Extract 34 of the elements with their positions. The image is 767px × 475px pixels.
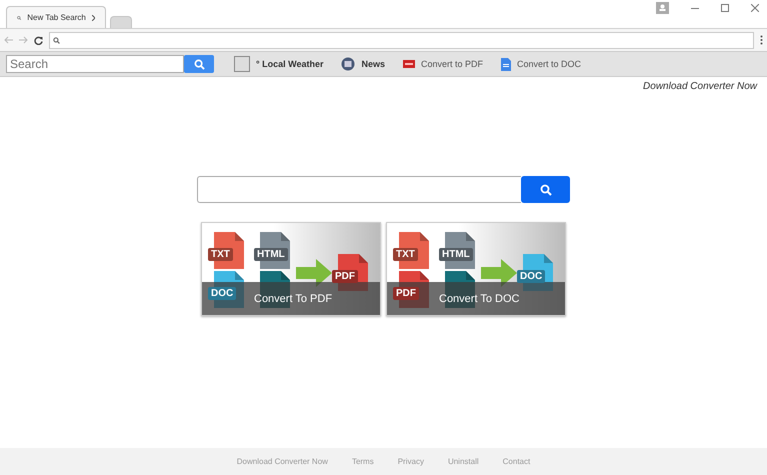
menu-icon[interactable] <box>760 35 763 45</box>
converter-tile[interactable]: TXT HTML DOC PDF Convert To PDF <box>201 222 381 316</box>
file-label: TXT <box>393 248 418 261</box>
document-icon <box>501 58 511 70</box>
file-label: PDF <box>393 287 419 300</box>
search-field[interactable]: Search <box>6 55 184 73</box>
search-button[interactable] <box>521 176 570 203</box>
file-label: DOC <box>517 270 546 282</box>
toolbar-link[interactable]: Convert to DOC <box>501 58 582 70</box>
square-icon <box>234 56 250 72</box>
search-icon <box>17 14 22 22</box>
search-button[interactable] <box>184 55 214 73</box>
browser-tab[interactable]: New Tab Search <box>6 6 106 28</box>
toolbar-link[interactable]: News <box>341 57 385 71</box>
pdf-icon <box>402 60 415 68</box>
search-icon <box>194 58 204 70</box>
newspaper-icon <box>341 57 356 71</box>
reload-icon[interactable] <box>34 36 43 44</box>
tile-caption: Convert To DOC <box>439 292 520 304</box>
file-label: DOC <box>208 287 236 300</box>
download-link[interactable]: Download Converter Now <box>643 81 757 92</box>
search-field[interactable] <box>197 176 521 203</box>
search-icon <box>53 36 60 44</box>
file-label: PDF <box>332 270 358 282</box>
file-label: TXT <box>208 248 233 261</box>
toolbar-link[interactable]: Convert to PDF <box>402 59 483 69</box>
file-label: HTML <box>254 248 288 261</box>
search-icon <box>540 184 552 196</box>
converter-tile[interactable]: TXT HTML PDF DOC Convert To DOC <box>386 222 566 316</box>
tile-caption: Convert To PDF <box>254 292 332 304</box>
maximize-icon[interactable] <box>721 4 729 12</box>
toolbar-link[interactable]: ° Local Weather <box>234 56 324 72</box>
file-label: HTML <box>439 248 473 261</box>
profile-icon[interactable] <box>656 2 669 14</box>
